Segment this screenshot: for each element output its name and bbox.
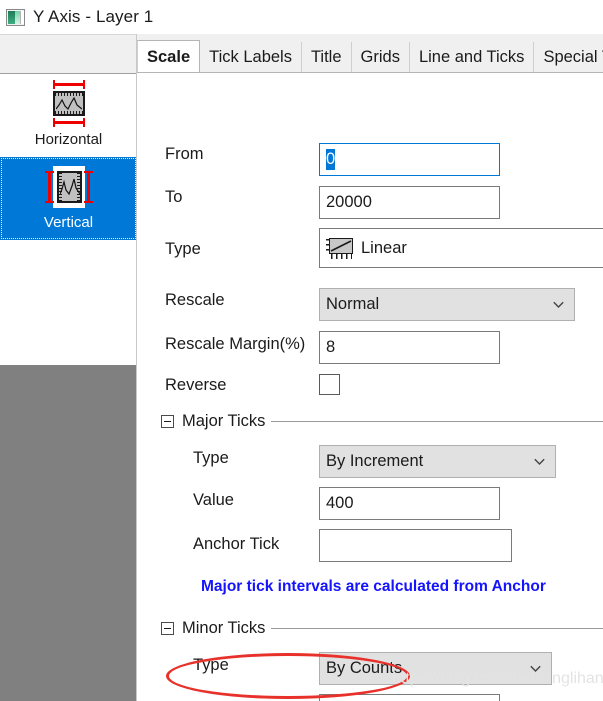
left-pane: Horizontal Vertical (0, 34, 137, 701)
anchor-tick-label: Anchor Tick (193, 535, 280, 553)
to-value: 20000 (326, 193, 372, 211)
sidebar-item-label: Horizontal (34, 131, 103, 148)
row-rescale: Rescale (165, 291, 320, 310)
major-value-value: 400 (326, 494, 354, 512)
row-type: Type (165, 240, 320, 259)
horizontal-axis-icon (46, 80, 92, 127)
major-type-label: Type (193, 449, 229, 467)
type-label: Type (165, 240, 201, 258)
rescale-margin-value: 8 (326, 338, 336, 356)
dialog-y-axis-layer-1: Y Axis - Layer 1 Horizontal Vertical Sca… (0, 0, 603, 701)
tab-label: Line and Ticks (418, 48, 525, 66)
linear-scale-icon (326, 237, 354, 259)
watermark-text: https://blog.csdn.net/binglihan (392, 670, 603, 687)
rescale-label: Rescale (165, 291, 225, 309)
sidebar-item-horizontal[interactable]: Horizontal (0, 74, 136, 157)
row-major-type: Type (193, 449, 320, 468)
row-from: From (165, 145, 320, 164)
origin-axis-icon (6, 8, 25, 26)
row-rescale-margin: Rescale Margin(%) (165, 335, 320, 354)
collapse-toggle-icon[interactable] (161, 622, 174, 635)
major-ticks-title: Major Ticks (182, 412, 266, 430)
tab-scale[interactable]: Scale (137, 40, 201, 73)
vertical-axis-icon (44, 164, 93, 209)
collapse-toggle-icon[interactable] (161, 415, 174, 428)
to-label: To (165, 188, 183, 206)
tab-label: Scale (147, 47, 191, 66)
tab-special-ticks[interactable]: Special Ti (534, 42, 603, 73)
tab-label: Grids (360, 48, 400, 66)
row-major-value: Value (193, 491, 320, 510)
right-pane: Scale Tick Labels Title Grids Line and T… (137, 34, 603, 701)
group-major-ticks: Major Ticks (161, 412, 603, 431)
group-minor-ticks: Minor Ticks (161, 619, 603, 638)
major-type-value: By Increment (326, 452, 424, 470)
type-selector[interactable]: Linear (319, 228, 603, 268)
major-ticks-value-input[interactable]: 400 (319, 487, 500, 520)
major-ticks-type-dropdown[interactable]: By Increment (319, 445, 556, 478)
from-input[interactable]: 0 (319, 143, 500, 176)
tab-tick-labels[interactable]: Tick Labels (200, 42, 302, 73)
rescale-dropdown[interactable]: Normal (319, 288, 575, 321)
chevron-down-icon[interactable] (553, 301, 564, 308)
tab-title[interactable]: Title (301, 42, 352, 73)
from-label: From (165, 145, 204, 163)
minor-type-value: By Counts (326, 659, 403, 677)
reverse-checkbox[interactable] (319, 374, 340, 395)
tab-grids[interactable]: Grids (351, 42, 410, 73)
reverse-label: Reverse (165, 376, 227, 394)
row-to: To (165, 188, 320, 207)
row-anchor-tick: Anchor Tick (193, 535, 320, 554)
to-input[interactable]: 20000 (319, 186, 500, 219)
title-bar: Y Axis - Layer 1 (0, 0, 603, 34)
tab-line-and-ticks[interactable]: Line and Ticks (409, 42, 535, 73)
tab-strip: Scale Tick Labels Title Grids Line and T… (137, 40, 603, 73)
group-separator (271, 421, 603, 422)
tab-label: Special Ti (543, 48, 603, 66)
tab-label: Tick Labels (209, 48, 292, 66)
axis-list[interactable]: Horizontal Vertical (0, 73, 137, 365)
left-pane-filler (0, 365, 136, 701)
rescale-margin-input[interactable]: 8 (319, 331, 500, 364)
window-title: Y Axis - Layer 1 (33, 7, 154, 26)
tab-label: Title (310, 48, 342, 66)
minor-ticks-title: Minor Ticks (182, 619, 266, 637)
chevron-down-icon[interactable] (534, 458, 545, 465)
major-ticks-hint: Major tick intervals are calculated from… (201, 578, 546, 595)
rescale-margin-label: Rescale Margin(%) (165, 335, 306, 353)
major-value-label: Value (193, 491, 234, 509)
group-separator (271, 628, 603, 629)
anchor-tick-input[interactable] (319, 529, 512, 562)
rescale-value: Normal (326, 295, 380, 313)
from-value: 0 (326, 149, 336, 170)
sidebar-item-label: Vertical (43, 214, 94, 231)
type-value: Linear (361, 238, 407, 257)
tab-page-scale: From 0 To 20000 Type Linear Rescale Norm… (137, 72, 603, 701)
minor-ticks-count-input[interactable]: 0 (319, 694, 500, 701)
minor-type-label: Type (193, 656, 229, 674)
row-reverse: Reverse (165, 376, 320, 395)
row-minor-type: Type (193, 656, 320, 675)
sidebar-item-vertical[interactable]: Vertical (0, 157, 136, 240)
